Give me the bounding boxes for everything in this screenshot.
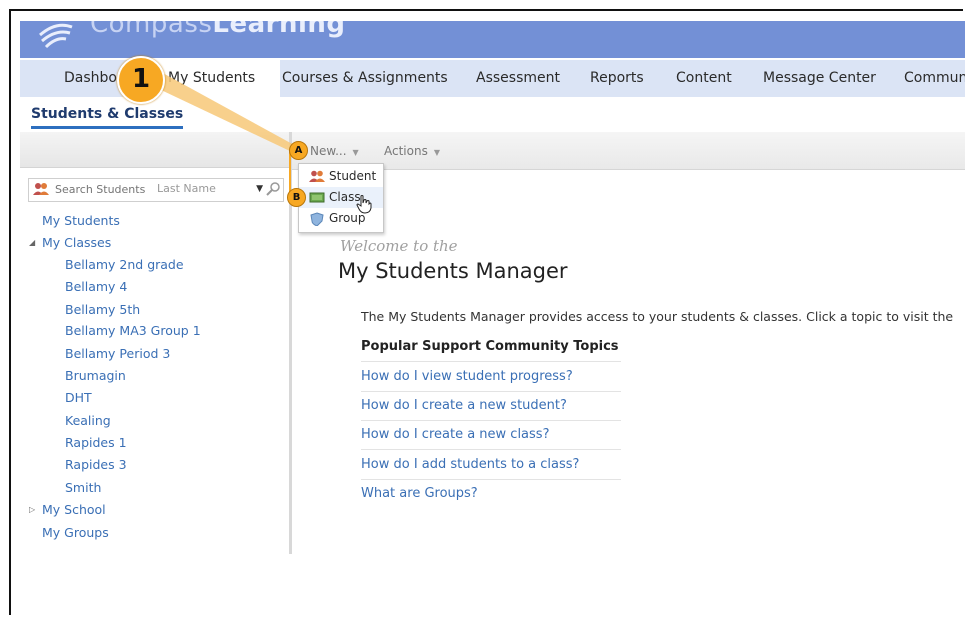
callout-badge-a: A — [289, 141, 308, 160]
callout-badge-b: B — [287, 188, 306, 207]
step-callout-badge: 1 — [117, 56, 165, 104]
